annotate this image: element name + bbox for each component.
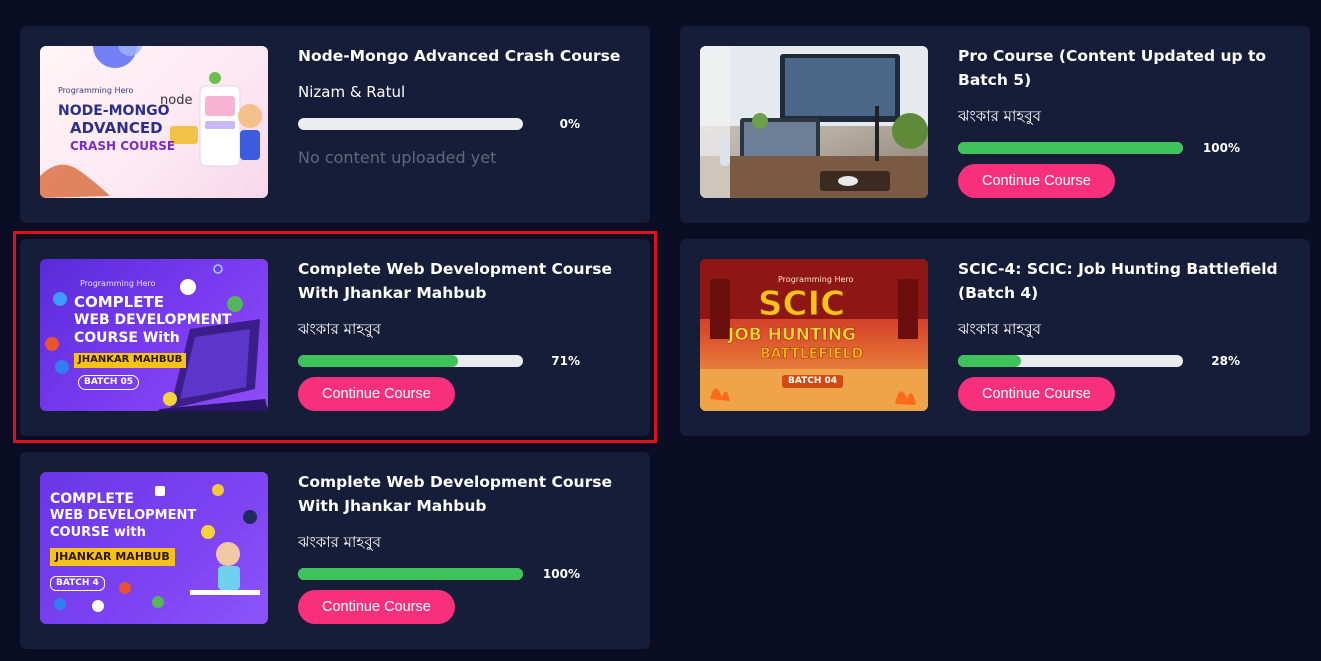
thumb-batch: BATCH 4 <box>50 576 105 592</box>
progress-percent: 0% <box>559 117 580 131</box>
thumb-brand: Programming Hero <box>58 86 134 95</box>
course-thumbnail[interactable]: Programming Hero NODE-MONGO ADVANCED CRA… <box>40 46 268 198</box>
course-author: ঝংকার মাহবুব <box>298 320 381 338</box>
progress-track <box>298 118 523 130</box>
progress-row: 100% <box>958 141 1293 155</box>
continue-course-button[interactable]: Continue Course <box>958 164 1115 198</box>
course-grid: Programming Hero NODE-MONGO ADVANCED CRA… <box>0 0 1321 661</box>
progress-track <box>298 355 523 367</box>
progress-percent: 28% <box>1211 354 1240 368</box>
course-title[interactable]: Complete Web Development Course With Jha… <box>298 470 633 518</box>
course-card: COMPLETE WEB DEVELOPMENT COURSE with JHA… <box>20 452 650 649</box>
thumb-brand: Programming Hero <box>778 275 854 284</box>
thumb-line-2: WEB DEVELOPMENT <box>50 508 197 523</box>
course-card: Programming Hero SCIC JOB HUNTING BATTLE… <box>680 239 1310 436</box>
thumb-line-1: COMPLETE <box>50 491 134 507</box>
progress-fill <box>298 568 523 580</box>
course-thumbnail[interactable]: COMPLETE WEB DEVELOPMENT COURSE with JHA… <box>40 472 268 624</box>
course-title[interactable]: SCIC-4: SCIC: Job Hunting Battlefield (B… <box>958 257 1293 305</box>
progress-percent: 71% <box>551 354 580 368</box>
progress-row: 71% <box>298 354 633 368</box>
progress-fill <box>298 355 458 367</box>
progress-row: 28% <box>958 354 1293 368</box>
course-card: Programming Hero COMPLETE WEB DEVELOPMEN… <box>20 239 650 436</box>
course-thumbnail[interactable]: Programming Hero COMPLETE WEB DEVELOPMEN… <box>40 259 268 411</box>
progress-fill <box>958 355 1021 367</box>
thumb-line-3: CRASH COURSE <box>70 139 176 153</box>
course-author: Nizam & Ratul <box>298 83 406 101</box>
progress-row: 100% <box>298 567 633 581</box>
course-title[interactable]: Complete Web Development Course With Jha… <box>298 257 633 305</box>
progress-track <box>958 142 1183 154</box>
continue-course-button[interactable]: Continue Course <box>298 377 455 411</box>
thumb-line-2: WEB DEVELOPMENT <box>74 312 232 328</box>
progress-percent: 100% <box>1202 141 1240 155</box>
course-author: ঝংকার মাহবুব <box>958 107 1041 125</box>
course-card: Pro Course (Content Updated up to Batch … <box>680 26 1310 223</box>
thumb-line-2: ADVANCED <box>70 119 163 137</box>
thumb-line-3: BATTLEFIELD <box>760 346 864 362</box>
thumb-line-1: COMPLETE <box>74 293 164 311</box>
progress-track <box>958 355 1183 367</box>
desk-setup-photo <box>700 46 928 198</box>
thumb-name-tag: JHANKAR MAHBUB <box>74 353 187 368</box>
empty-content-note: No content uploaded yet <box>298 148 497 167</box>
thumb-batch: BATCH 04 <box>782 375 844 389</box>
course-card: Programming Hero NODE-MONGO ADVANCED CRA… <box>20 26 650 223</box>
course-thumbnail[interactable]: Programming Hero SCIC JOB HUNTING BATTLE… <box>700 259 928 411</box>
thumb-line-1: NODE-MONGO <box>58 103 170 119</box>
thumb-line-3: COURSE With <box>74 330 180 346</box>
thumb-line-1: SCIC <box>757 284 846 324</box>
thumb-line-3: COURSE with <box>50 525 146 540</box>
node-logo-text: node <box>160 93 193 108</box>
course-author: ঝংকার মাহবুব <box>298 533 381 551</box>
course-thumbnail[interactable] <box>700 46 928 198</box>
course-title[interactable]: Node-Mongo Advanced Crash Course <box>298 44 633 68</box>
continue-course-button[interactable]: Continue Course <box>958 377 1115 411</box>
progress-track <box>298 568 523 580</box>
course-title[interactable]: Pro Course (Content Updated up to Batch … <box>958 44 1293 92</box>
thumb-batch: BATCH 05 <box>78 375 140 391</box>
progress-percent: 100% <box>542 567 580 581</box>
progress-fill <box>958 142 1183 154</box>
course-author: ঝংকার মাহবুব <box>958 320 1041 338</box>
thumb-line-2: JOB HUNTING <box>728 325 857 345</box>
progress-row: 0% <box>298 117 633 131</box>
thumb-name-tag: JHANKAR MAHBUB <box>50 548 175 566</box>
continue-course-button[interactable]: Continue Course <box>298 590 455 624</box>
thumb-brand: Programming Hero <box>80 279 156 288</box>
